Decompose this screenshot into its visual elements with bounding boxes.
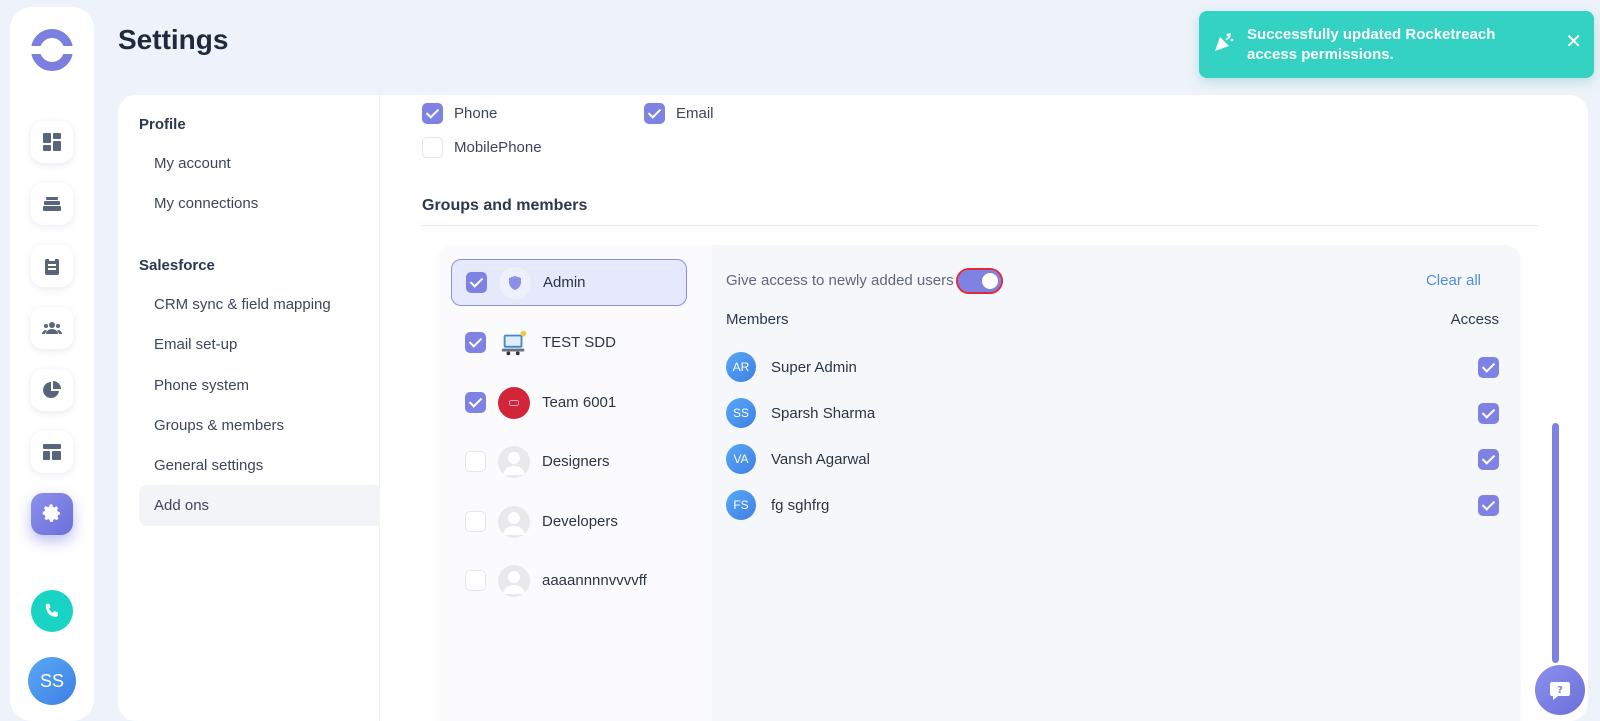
member-row: VA Vansh Agarwal: [726, 443, 1499, 475]
close-icon[interactable]: ✕: [1565, 29, 1582, 54]
field-phone[interactable]: Phone: [422, 103, 497, 124]
settings-content: Phone Email MobilePhone Groups and membe…: [380, 95, 1588, 721]
email-label: Email: [676, 105, 714, 122]
member-access-checkbox[interactable]: [1478, 494, 1499, 516]
people-icon[interactable]: [31, 307, 73, 349]
phone-icon: [45, 603, 58, 617]
group-checkbox[interactable]: [465, 570, 486, 591]
groups-panel: Admin TEST SDD Team 6001 Designers Devel…: [437, 245, 1521, 721]
dashboard-icon[interactable]: [31, 121, 73, 163]
group-checkbox[interactable]: [465, 332, 486, 353]
members-header: Members: [726, 311, 789, 328]
party-popper-icon: [1213, 31, 1235, 58]
group-row-aaaannnnvvvvff[interactable]: aaaannnnvvvvff: [451, 557, 687, 604]
nav-heading-salesforce: Salesforce: [139, 257, 215, 274]
group-row-developers[interactable]: Developers: [451, 498, 687, 545]
settings-card: Profile My account My connections Salesf…: [118, 95, 1588, 721]
give-access-toggle[interactable]: [956, 268, 1003, 294]
nav-item-phone-system[interactable]: Phone system: [154, 377, 249, 394]
group-row-designers[interactable]: Designers: [451, 438, 687, 485]
group-row-test-sdd[interactable]: TEST SDD: [451, 319, 687, 366]
layout-icon[interactable]: [31, 431, 73, 473]
nav-item-my-connections[interactable]: My connections: [154, 195, 258, 212]
group-checkbox[interactable]: [465, 392, 486, 413]
nav-item-groups-members[interactable]: Groups & members: [154, 417, 284, 434]
inbox-icon[interactable]: [31, 183, 73, 225]
mobilephone-checkbox[interactable]: [422, 137, 443, 158]
pie-chart-icon[interactable]: [31, 369, 73, 411]
give-access-label: Give access to newly added users: [726, 272, 954, 289]
person-placeholder-icon: [498, 505, 530, 538]
member-access-checkbox[interactable]: [1478, 356, 1499, 378]
member-name: Sparsh Sharma: [771, 404, 876, 422]
team-logo-icon: [498, 386, 530, 419]
field-mobilephone[interactable]: MobilePhone: [422, 137, 542, 158]
phone-checkbox[interactable]: [422, 103, 443, 124]
groups-section-title: Groups and members: [422, 197, 588, 214]
member-name: Vansh Agarwal: [771, 450, 870, 468]
access-header: Access: [1450, 311, 1499, 328]
member-avatar: SS: [726, 398, 756, 428]
group-name: Designers: [542, 453, 610, 470]
groups-list: Admin TEST SDD Team 6001 Designers Devel…: [437, 245, 712, 721]
group-name: Developers: [542, 513, 618, 530]
app-logo[interactable]: [30, 29, 74, 71]
settings-sidebar: Profile My account My connections Salesf…: [118, 95, 380, 721]
phone-dialer-button[interactable]: [31, 590, 73, 632]
nav-item-add-ons[interactable]: Add ons: [139, 485, 380, 526]
member-row: AR Super Admin: [726, 351, 1499, 383]
person-placeholder-icon: [498, 564, 530, 597]
mobilephone-label: MobilePhone: [454, 139, 542, 156]
member-avatar: FS: [726, 490, 756, 520]
chat-help-icon: ?: [1550, 682, 1570, 700]
group-row-team-6001[interactable]: Team 6001: [451, 379, 687, 426]
group-checkbox[interactable]: [465, 511, 486, 532]
section-divider: [422, 225, 1538, 226]
member-access-checkbox[interactable]: [1478, 448, 1499, 470]
nav-item-general-settings[interactable]: General settings: [154, 457, 263, 474]
toast-message: Successfully updated Rocketreach access …: [1247, 25, 1496, 63]
group-name: Admin: [543, 274, 586, 291]
success-toast: Successfully updated Rocketreach access …: [1199, 11, 1594, 78]
shield-icon: [499, 266, 531, 299]
group-name: aaaannnnvvvvff: [542, 572, 647, 589]
nav-item-my-account[interactable]: My account: [154, 155, 231, 172]
member-row: SS Sparsh Sharma: [726, 397, 1499, 429]
group-checkbox[interactable]: [465, 451, 486, 472]
member-name: Super Admin: [771, 358, 857, 376]
group-row-admin[interactable]: Admin: [451, 259, 687, 306]
scrollbar-thumb[interactable]: [1552, 423, 1559, 663]
group-name: Team 6001: [542, 394, 617, 411]
user-avatar[interactable]: SS: [28, 657, 76, 705]
nav-heading-profile: Profile: [139, 116, 186, 133]
phone-label: Phone: [454, 105, 498, 122]
member-row: FS fg sghfrg: [726, 489, 1499, 521]
members-panel: Give access to newly added users Clear a…: [712, 245, 1521, 721]
field-email[interactable]: Email: [644, 103, 714, 124]
left-rail: SS: [10, 7, 94, 721]
person-placeholder-icon: [498, 445, 530, 478]
nav-item-email-setup[interactable]: Email set-up: [154, 336, 237, 353]
clear-all-link[interactable]: Clear all: [1426, 272, 1481, 289]
page-title: Settings: [118, 24, 229, 55]
settings-icon[interactable]: [31, 493, 73, 535]
clipboard-icon[interactable]: [31, 245, 73, 287]
member-access-checkbox[interactable]: [1478, 402, 1499, 424]
group-name: TEST SDD: [542, 334, 616, 351]
help-chat-button[interactable]: ?: [1535, 665, 1585, 715]
laptop-icon: [498, 327, 530, 359]
member-avatar: AR: [726, 352, 756, 382]
email-checkbox[interactable]: [644, 103, 665, 124]
svg-text:?: ?: [1557, 685, 1563, 696]
member-avatar: VA: [726, 444, 756, 474]
nav-item-crm-sync[interactable]: CRM sync & field mapping: [154, 296, 331, 313]
member-name: fg sghfrg: [771, 496, 830, 514]
group-checkbox[interactable]: [466, 272, 487, 293]
